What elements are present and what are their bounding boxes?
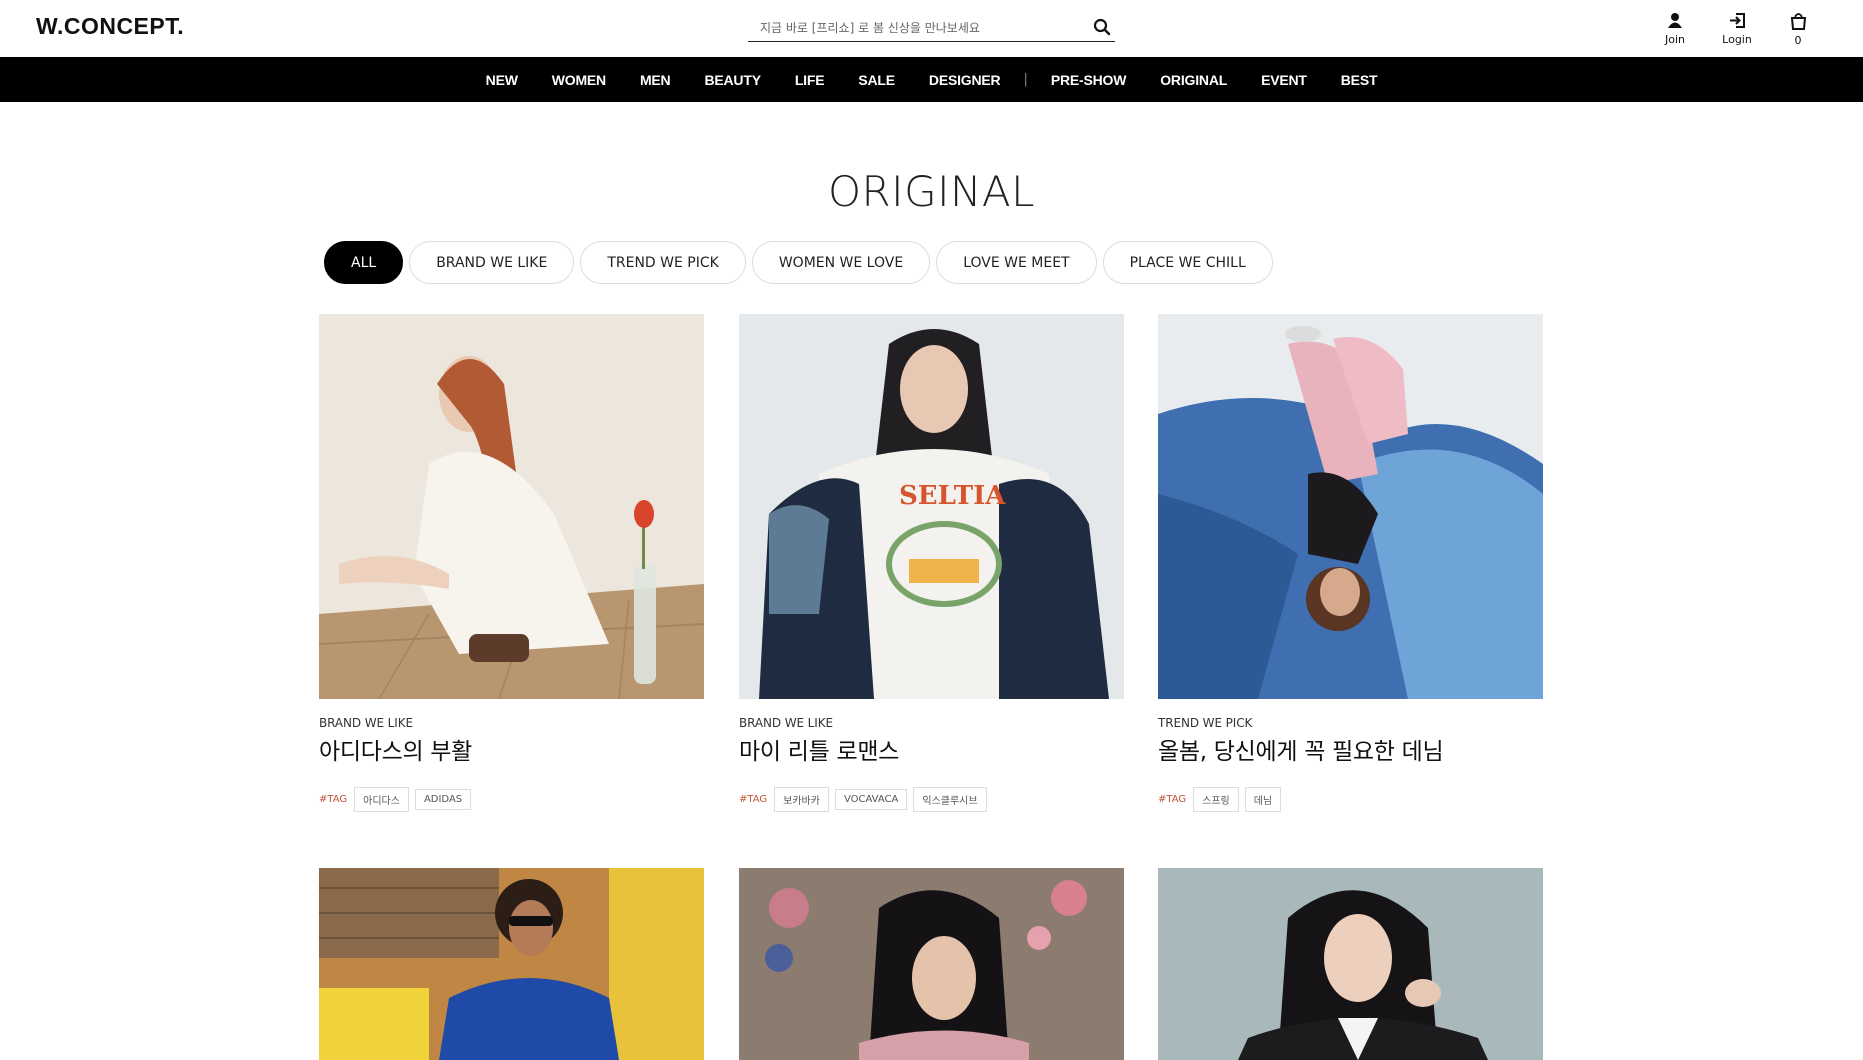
search-bar [748,16,1115,42]
filter-love-we-meet[interactable]: LOVE WE MEET [936,241,1097,284]
nav-item-original[interactable]: ORIGINAL [1143,72,1244,88]
tag-chip[interactable]: 데님 [1244,787,1282,812]
tag-label: #TAG [319,794,348,805]
nav-item-women[interactable]: WOMEN [535,72,623,88]
article-card: SELTIA BRAND WE LIKE 마이 리틀 로맨스 #TAG 보카바카… [739,314,1124,812]
nav-item-designer[interactable]: DESIGNER [912,72,1018,88]
join-button[interactable]: Join [1660,12,1690,46]
article-image[interactable] [739,868,1124,1060]
nav-item-event[interactable]: EVENT [1244,72,1324,88]
article-category: TREND WE PICK [1158,716,1253,730]
category-filter-bar: ALL BRAND WE LIKE TREND WE PICK WOMEN WE… [324,241,1273,284]
tag-chip[interactable]: 보카바카 [774,787,829,812]
article-card: BRAND WE LIKE 아디다스의 부활 #TAG 아디다스 ADIDAS [319,314,704,812]
tag-label: #TAG [1158,794,1187,805]
filter-women-we-love[interactable]: WOMEN WE LOVE [751,241,931,284]
search-icon [1093,18,1111,35]
article-title[interactable]: 아디다스의 부활 [319,732,704,766]
tag-list: #TAG 아디다스 ADIDAS [319,787,704,812]
tag-chip[interactable]: ADIDAS [414,789,472,810]
page-title: ORIGINAL [827,167,1036,216]
filter-all[interactable]: ALL [324,241,404,284]
article-title[interactable]: 올봄, 당신에게 꼭 필요한 데님 [1158,732,1543,766]
article-card: TREND WE PICK 올봄, 당신에게 꼭 필요한 데님 #TAG 스프링… [1158,314,1543,812]
article-card [1158,868,1543,1060]
search-input[interactable] [760,16,1080,40]
nav-item-beauty[interactable]: BEAUTY [687,72,777,88]
nav-item-best[interactable]: BEST [1324,72,1395,88]
user-icon [1668,13,1682,28]
article-category: BRAND WE LIKE [319,716,413,730]
article-card [319,868,704,1060]
search-button[interactable] [1091,17,1113,39]
article-category: BRAND WE LIKE [739,716,833,730]
tag-list: #TAG 보카바카 VOCAVACA 익스클루시브 [739,787,1124,812]
filter-trend-we-pick[interactable]: TREND WE PICK [580,241,746,284]
cart-button[interactable]: 0 [1784,12,1812,47]
nav-item-life[interactable]: LIFE [778,72,842,88]
cart-count: 0 [1794,34,1802,47]
tag-chip[interactable]: VOCAVACA [834,789,908,810]
nav-item-men[interactable]: MEN [623,72,688,88]
login-button[interactable]: Login [1718,12,1756,46]
tag-chip[interactable]: 스프링 [1193,787,1239,812]
tag-list: #TAG 스프링 데님 [1158,787,1543,812]
login-label: Login [1722,33,1752,46]
tag-chip[interactable]: 아디다스 [354,787,409,812]
filter-place-we-chill[interactable]: PLACE WE CHILL [1102,241,1273,284]
nav-item-pre-show[interactable]: PRE-SHOW [1034,72,1143,88]
article-title[interactable]: 마이 리틀 로맨스 [739,732,1124,766]
filter-brand-we-like[interactable]: BRAND WE LIKE [409,241,575,284]
article-image[interactable] [1158,868,1543,1060]
shopping-bag-icon [1790,13,1806,30]
tag-label: #TAG [739,794,768,805]
svg-text:SELTIA: SELTIA [899,481,1006,511]
tag-chip[interactable]: 익스클루시브 [913,787,987,812]
main-nav: NEW WOMEN MEN BEAUTY LIFE SALE DESIGNER … [0,57,1863,102]
site-header: W.CONCEPT. Join Login 0 [0,0,1863,57]
article-image[interactable] [1158,314,1543,699]
article-card [739,868,1124,1060]
join-label: Join [1664,33,1685,46]
article-image[interactable]: SELTIA [739,314,1124,699]
nav-item-new[interactable]: NEW [469,72,535,88]
article-image[interactable] [319,868,704,1060]
site-logo[interactable]: W.CONCEPT. [36,13,184,40]
article-image[interactable] [319,314,704,699]
login-icon [1730,13,1745,28]
nav-item-sale[interactable]: SALE [841,72,912,88]
nav-separator: | [1023,72,1028,87]
